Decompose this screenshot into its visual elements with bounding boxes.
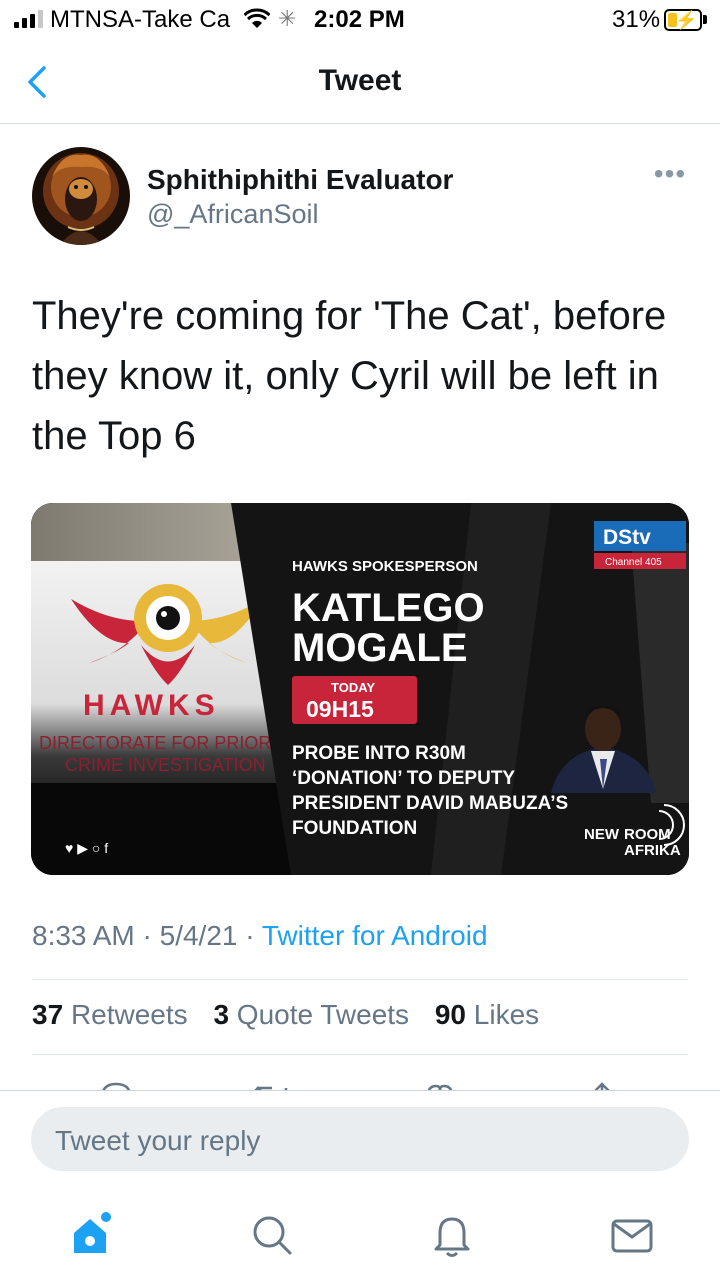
wifi-icon bbox=[244, 8, 270, 28]
notifications-icon[interactable] bbox=[428, 1211, 476, 1259]
social-icons: ♥ ▶ ○ f bbox=[65, 840, 108, 856]
activity-spinner-icon: ✳ bbox=[278, 6, 297, 31]
quote-tweets-count-link[interactable]: 3 Quote Tweets bbox=[213, 999, 409, 1030]
tweet-actions-bar bbox=[0, 1068, 720, 1092]
avatar[interactable] bbox=[32, 147, 130, 245]
channel-label: Channel 405 bbox=[605, 557, 662, 568]
hawks-subtitle-1: DIRECTORATE FOR PRIORITY bbox=[39, 733, 299, 753]
home-icon[interactable] bbox=[68, 1211, 116, 1259]
tweet-source-link[interactable]: Twitter for Android bbox=[262, 920, 488, 951]
hawks-wordmark: HAWKS bbox=[83, 689, 220, 722]
headline-1: PROBE INTO R30M bbox=[292, 743, 466, 764]
nav-header: Tweet bbox=[0, 40, 720, 124]
spokesperson-name-2: MOGALE bbox=[292, 626, 468, 670]
tweet-detail-screen: MTNSA-Take Ca ✳ 2:02 PM 31% ⚡ Tweet Sphi… bbox=[0, 0, 720, 1280]
tweet-text: They're coming for 'The Cat', before the… bbox=[32, 294, 667, 458]
bottom-bar: Tweet your reply bbox=[0, 1090, 720, 1280]
broadcast-time: 09H15 bbox=[306, 696, 374, 722]
signal-strength-icon bbox=[14, 10, 43, 28]
spokesperson-name-1: KATLEGO bbox=[292, 586, 485, 630]
reply-input[interactable]: Tweet your reply bbox=[31, 1107, 689, 1171]
tweet-timestamp: 8:33 AM · 5/4/21 · Twitter for Android bbox=[32, 920, 488, 951]
page-title: Tweet bbox=[318, 64, 402, 97]
carrier-name: MTNSA-Take Ca bbox=[50, 6, 231, 33]
newsroom-logo-2: ROOM bbox=[624, 826, 671, 843]
search-icon[interactable] bbox=[248, 1211, 296, 1259]
headline-3: PRESIDENT DAVID MABUZA’S bbox=[292, 793, 568, 814]
battery-percent: 31% bbox=[612, 6, 661, 33]
dstv-logo: DStv bbox=[603, 526, 651, 549]
retweets-count-link[interactable]: 37 Retweets bbox=[32, 999, 188, 1030]
newsroom-logo-1: NEW bbox=[584, 826, 620, 843]
status-bar: MTNSA-Take Ca ✳ 2:02 PM 31% ⚡ bbox=[0, 0, 720, 40]
divider bbox=[32, 1054, 688, 1055]
today-label: TODAY bbox=[331, 680, 375, 695]
headline-2: ‘DONATION’ TO DEPUTY bbox=[292, 768, 515, 789]
kicker-text: HAWKS SPOKESPERSON bbox=[292, 558, 478, 575]
status-time: 2:02 PM bbox=[314, 6, 405, 33]
messages-icon[interactable] bbox=[608, 1211, 656, 1259]
battery-tip bbox=[703, 15, 707, 24]
battery-icon: ⚡ bbox=[664, 9, 702, 31]
divider bbox=[32, 979, 688, 980]
tweet-date: 5/4/21 bbox=[159, 920, 238, 951]
author-name[interactable]: Sphithiphithi Evaluator bbox=[147, 164, 453, 196]
headline-4: FOUNDATION bbox=[292, 818, 417, 839]
hawks-subtitle-2: CRIME INVESTIGATION bbox=[65, 755, 266, 775]
newsroom-logo-3: AFRIKA bbox=[624, 842, 681, 859]
author-handle[interactable]: @_AfricanSoil bbox=[147, 199, 318, 230]
engagement-stats: 37 Retweets 3 Quote Tweets 90 Likes bbox=[32, 999, 557, 1031]
tweet-time: 8:33 AM bbox=[32, 920, 135, 951]
more-options-icon[interactable]: ••• bbox=[650, 160, 690, 194]
likes-count-link[interactable]: 90 Likes bbox=[435, 999, 539, 1030]
tweet-media-image[interactable]: HAWKS DIRECTORATE FOR PRIORITY CRIME INV… bbox=[31, 503, 689, 875]
